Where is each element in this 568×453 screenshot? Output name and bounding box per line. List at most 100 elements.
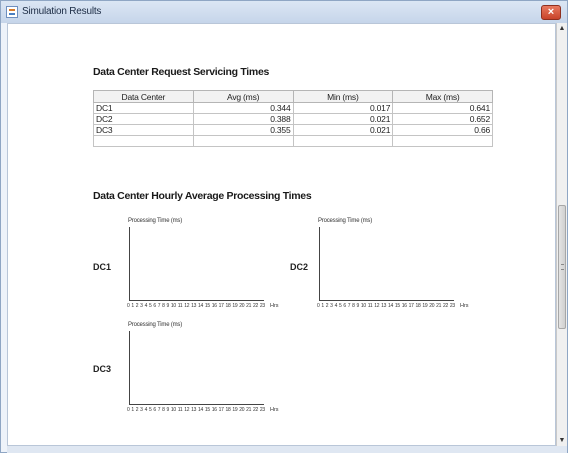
x-tick-label: 3 xyxy=(140,303,143,309)
scroll-thumb[interactable] xyxy=(558,205,566,329)
cell-min: 0.017 xyxy=(292,102,394,114)
chart-label-dc3: DC3 xyxy=(93,364,112,374)
x-tick-label: 13 xyxy=(191,303,197,309)
x-axis xyxy=(129,404,264,405)
x-tick-label: 5 xyxy=(148,407,152,413)
x-tick-label: 19 xyxy=(232,303,238,309)
x-tick-label: 2 xyxy=(135,303,139,309)
x-tick-label: 12 xyxy=(184,407,190,413)
x-axis xyxy=(319,300,454,301)
x-tick-label: 22 xyxy=(253,407,258,413)
x-tick-label: 18 xyxy=(225,303,231,309)
x-tick-label: 15 xyxy=(394,303,400,309)
x-tick-label: 3 xyxy=(140,407,143,413)
x-tick-label: 4 xyxy=(144,303,148,309)
x-axis xyxy=(129,300,264,301)
x-tick-labels: 0 1 2 3 4 5 6 7 8 9 10 11 12 13 14 15 16 17 18 19 20 21 22 23 xyxy=(127,407,265,413)
x-tick-label: 11 xyxy=(177,303,183,309)
x-tick-label: 3 xyxy=(330,303,333,309)
column-header-data-center: Data Center xyxy=(93,90,194,103)
x-tick-label: 5 xyxy=(338,303,342,309)
x-tick-labels: 0 1 2 3 4 5 6 7 8 9 10 11 12 13 14 15 16 17 18 19 20 21 22 23 xyxy=(127,303,265,309)
x-axis-unit: Hrs xyxy=(460,303,469,309)
cell-name: DC3 xyxy=(93,124,194,136)
x-tick-label: 17 xyxy=(408,303,414,309)
x-tick-label: 14 xyxy=(198,407,203,413)
x-tick-label: 7 xyxy=(347,303,351,309)
x-tick-label: 16 xyxy=(211,407,217,413)
x-tick-label: 19 xyxy=(422,303,428,309)
processing-chart-dc3: Processing Time (ms) 0 1 2 3 4 5 6 7 8 9 10 11 12 13 1… xyxy=(120,322,285,422)
request-servicing-table: Data Center Avg (ms) Min (ms) Max (ms) D… xyxy=(93,90,493,147)
cell-empty xyxy=(93,135,194,147)
x-tick-label: 23 xyxy=(259,303,265,309)
x-tick-label: 10 xyxy=(170,303,176,309)
simulation-results-window: Simulation Results × Data Center Request… xyxy=(0,0,568,453)
x-tick-label: 18 xyxy=(415,303,421,309)
cell-min: 0.021 xyxy=(292,113,394,125)
app-document-icon xyxy=(6,6,18,18)
x-tick-label: 2 xyxy=(325,303,329,309)
x-tick-label: 17 xyxy=(218,407,224,413)
chart-label-dc1: DC1 xyxy=(93,262,112,272)
cell-empty xyxy=(192,135,294,147)
x-tick-label: 10 xyxy=(170,407,176,413)
x-tick-labels: 0 1 2 3 4 5 6 7 8 9 10 11 12 13 14 15 16 17 18 19 20 21 22 23 xyxy=(317,303,455,309)
x-tick-label: 9 xyxy=(166,303,170,309)
x-tick-label: 7 xyxy=(157,303,161,309)
x-tick-label: 2 xyxy=(135,407,139,413)
window-title: Simulation Results xyxy=(22,6,102,17)
vertical-scrollbar[interactable]: ▲ ▼ xyxy=(556,23,567,446)
cell-name: DC1 xyxy=(93,102,194,114)
x-tick-label: 1 xyxy=(321,303,324,309)
x-tick-label: 0 xyxy=(127,303,130,309)
close-button[interactable]: × xyxy=(541,5,561,20)
x-tick-label: 11 xyxy=(367,303,373,309)
table-row: DC3 0.355 0.021 0.66 xyxy=(93,124,493,136)
table-row: DC1 0.344 0.017 0.641 xyxy=(93,102,493,114)
table-empty-row xyxy=(93,135,493,147)
x-tick-label: 15 xyxy=(204,407,210,413)
x-tick-label: 22 xyxy=(253,303,258,309)
table-row: DC2 0.388 0.021 0.652 xyxy=(93,113,493,125)
x-tick-label: 6 xyxy=(153,407,156,413)
x-tick-label: 6 xyxy=(153,303,156,309)
cell-max: 0.641 xyxy=(392,102,493,114)
cell-max: 0.66 xyxy=(392,124,493,136)
x-tick-label: 5 xyxy=(148,303,152,309)
processing-chart-dc2: Processing Time (ms) 0 1 2 3 4 5 6 7 8 9 10 11 12 13 1… xyxy=(310,218,485,318)
scroll-down-arrow-icon[interactable]: ▼ xyxy=(557,435,567,446)
title-bar[interactable]: Simulation Results × xyxy=(1,1,567,23)
cell-empty xyxy=(392,135,493,147)
x-tick-label: 21 xyxy=(436,303,442,309)
x-tick-label: 13 xyxy=(191,407,197,413)
y-axis-caption: Processing Time (ms) xyxy=(128,218,183,224)
scroll-up-arrow-icon[interactable]: ▲ xyxy=(557,23,567,34)
x-tick-label: 20 xyxy=(429,303,435,309)
x-tick-label: 17 xyxy=(218,303,224,309)
y-axis xyxy=(129,227,130,301)
x-tick-label: 23 xyxy=(259,407,265,413)
cell-empty xyxy=(292,135,394,147)
x-tick-label: 15 xyxy=(204,303,210,309)
x-tick-label: 23 xyxy=(449,303,455,309)
x-tick-label: 9 xyxy=(166,407,170,413)
x-tick-label: 21 xyxy=(246,303,252,309)
table-header-row: Data Center Avg (ms) Min (ms) Max (ms) xyxy=(93,90,493,103)
processing-chart-dc1: Processing Time (ms) 0 1 2 3 4 5 6 7 8 9 10 11 12 13 1… xyxy=(120,218,285,318)
x-tick-label: 12 xyxy=(184,303,190,309)
x-tick-label: 14 xyxy=(198,303,203,309)
x-tick-label: 8 xyxy=(162,303,165,309)
cell-avg: 0.388 xyxy=(192,113,294,125)
y-axis xyxy=(319,227,320,301)
x-tick-label: 0 xyxy=(127,407,130,413)
x-tick-label: 10 xyxy=(360,303,366,309)
x-tick-label: 20 xyxy=(239,303,245,309)
x-tick-label: 4 xyxy=(144,407,148,413)
processing-times-heading: Data Center Hourly Average Processing Ti… xyxy=(93,190,312,202)
y-axis-caption: Processing Time (ms) xyxy=(128,322,183,328)
x-tick-label: 1 xyxy=(131,407,134,413)
column-header-avg: Avg (ms) xyxy=(192,90,294,103)
column-header-min: Min (ms) xyxy=(292,90,394,103)
cell-avg: 0.344 xyxy=(192,102,294,114)
